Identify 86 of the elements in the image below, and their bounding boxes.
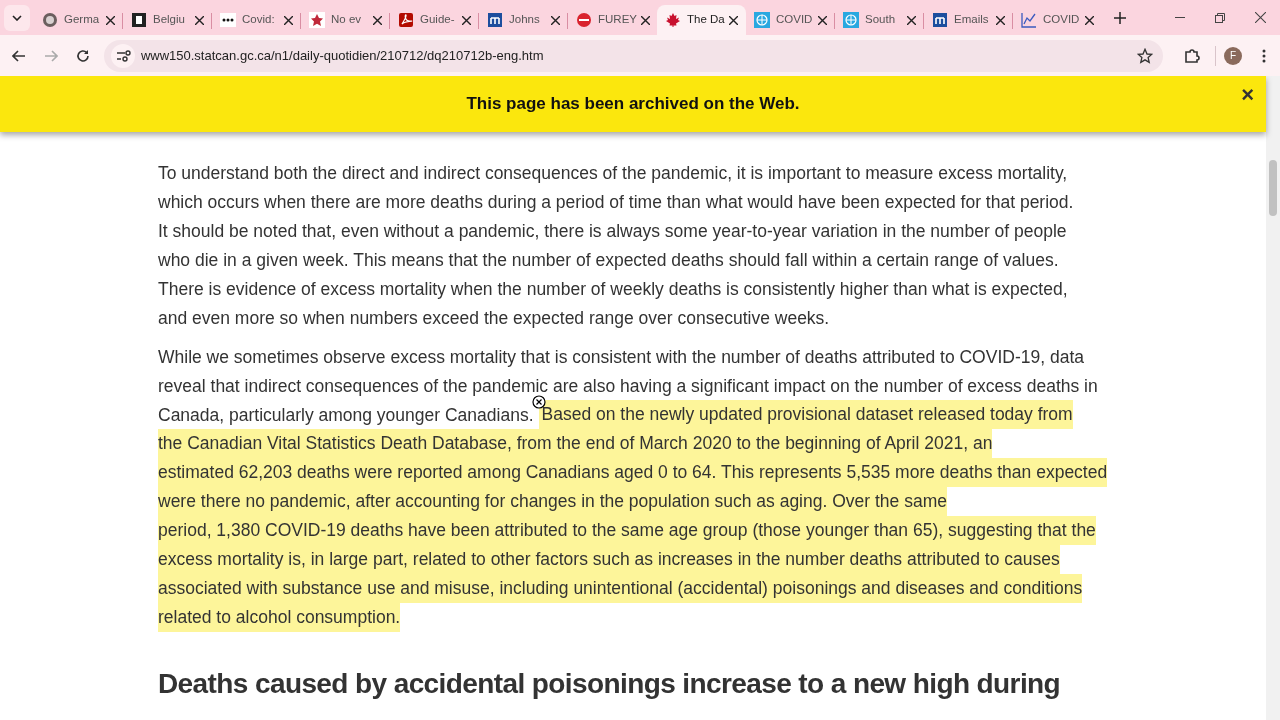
- close-tab-icon[interactable]: [106, 15, 115, 25]
- highlighted-text: were there no pandemic, after accounting for changes in the population such as aging. Over the same: [158, 487, 947, 516]
- bookmark-star-icon[interactable]: [1137, 47, 1154, 64]
- tab-title: FUREY: [598, 12, 637, 28]
- close-tab-icon[interactable]: [195, 15, 204, 25]
- tab-search-button[interactable]: [4, 4, 30, 31]
- site-favicon: [576, 12, 592, 28]
- tab-title: Johns: [509, 12, 540, 28]
- cursor-icon: [532, 395, 546, 409]
- browser-tab[interactable]: Guide-: [390, 5, 479, 35]
- paragraph-text: There is evidence of excess mortality when the number of weekly deaths is consistently higher than what is expected,: [158, 279, 1068, 298]
- archive-notice: This page has been archived on the Web.: [466, 93, 800, 116]
- highlighted-text: the Canadian Vital Statistics Death Database, from the end of March 2020 to the beginning of April 2021, an: [158, 429, 993, 458]
- browser-tab[interactable]: Belgiu: [123, 5, 212, 35]
- more-vertical-icon: [1262, 48, 1266, 63]
- browser-tab[interactable]: COVID: [746, 5, 835, 35]
- url-text: www150.statcan.gc.ca/n1/daily-quotidien/210712/dq210712b-eng.htm: [140, 46, 544, 65]
- paragraph-text: reveal that indirect consequences of the pandemic are also having a significant impact on the number of excess deaths in: [158, 376, 1098, 395]
- site-favicon: [932, 12, 948, 28]
- minimize-icon: [1175, 17, 1185, 18]
- tab-title: COVID: [1043, 12, 1080, 28]
- scrollbar-thumb[interactable]: [1269, 160, 1277, 216]
- line-chart-icon: [1021, 12, 1037, 28]
- browser-tab[interactable]: Covid:: [212, 5, 301, 35]
- highlighted-text: estimated 62,203 deaths were reported among Canadians aged 0 to 64. This represents 5,535 more deaths than expected: [158, 458, 1108, 487]
- pdf-icon: [398, 12, 414, 28]
- browser-tab[interactable]: FUREY: [568, 5, 657, 35]
- tab-title: COVID: [776, 12, 813, 28]
- paragraph-text: While we sometimes observe excess mortality that is consistent with the number of deaths attributed to COVID-19, data: [158, 347, 1084, 366]
- paragraph-text: and even more so when numbers exceed the expected range over consecutive weeks.: [158, 308, 830, 327]
- puzzle-icon: [1184, 47, 1201, 64]
- tab-title: No ev: [331, 12, 362, 28]
- browser-tab[interactable]: COVID: [1013, 5, 1102, 35]
- browser-tab[interactable]: Emails: [924, 5, 1013, 35]
- browser-tab[interactable]: No ev: [301, 5, 390, 35]
- highlighted-text: Based on the newly updated provisional dataset released today from: [538, 400, 1073, 429]
- maple-leaf-icon: [665, 12, 681, 28]
- paragraph-text: who die in a given week. This means that the number of expected deaths should fall within a certain range of values.: [158, 250, 1059, 269]
- tab-title: Belgiu: [153, 12, 185, 28]
- paragraph-text: Canada, particularly among younger Canadians.: [158, 405, 534, 424]
- tab-title: South: [865, 12, 896, 28]
- close-tab-icon[interactable]: [284, 15, 293, 25]
- plus-icon: [1114, 12, 1126, 24]
- highlighted-text: excess mortality is, in large part, related to other factors such as increases in the number deaths attributed to causes: [158, 545, 1060, 574]
- profile-avatar[interactable]: F: [1224, 46, 1242, 65]
- close-tab-icon[interactable]: [907, 15, 916, 25]
- tab-title: Guide-: [420, 12, 455, 28]
- close-tab-icon[interactable]: [373, 15, 382, 25]
- close-tab-icon[interactable]: [1085, 15, 1094, 25]
- browser-tab[interactable]: Johns: [479, 5, 568, 35]
- back-arrow-icon: [12, 49, 26, 62]
- highlighted-text: associated with substance use and misuse, including unintentional (accidental) poisonings and diseases and conditions: [158, 574, 1083, 603]
- globe-icon: [843, 12, 859, 28]
- site-favicon: [131, 12, 147, 28]
- close-icon: [1254, 12, 1266, 23]
- globe-icon: [754, 12, 770, 28]
- browser-tab[interactable]: The Da: [657, 5, 746, 35]
- forward-arrow-icon: [43, 49, 58, 62]
- site-favicon: [42, 12, 58, 28]
- browser-tab[interactable]: South: [835, 5, 924, 35]
- close-tab-icon[interactable]: [462, 15, 471, 25]
- highlighted-text: related to alcohol consumption.: [158, 603, 401, 632]
- paragraph-text: which occurs when there are more deaths during a period of time than what would have been expected for that period.: [158, 192, 1074, 211]
- restore-icon: [1215, 12, 1225, 23]
- paragraph-text: To understand both the direct and indirect consequences of the pandemic, it is important to measure excess mortality,: [158, 163, 1068, 182]
- star-favicon: [309, 12, 325, 28]
- close-tab-icon[interactable]: [729, 15, 738, 25]
- dots-favicon: [220, 12, 236, 28]
- close-tab-icon[interactable]: [551, 15, 560, 25]
- tab-title: Covid:: [242, 12, 275, 28]
- site-favicon: [487, 12, 503, 28]
- address-bar[interactable]: www150.statcan.gc.ca/n1/daily-quotidien/210712/dq210712b-eng.htm: [103, 39, 1164, 72]
- highlighted-text: period, 1,380 COVID-19 deaths have been attributed to the same age group (those younger than 65), suggesting that the: [158, 516, 1096, 545]
- close-tab-icon[interactable]: [996, 15, 1005, 25]
- reload-icon: [75, 48, 90, 63]
- browser-tab[interactable]: Germa: [34, 5, 123, 35]
- close-tab-icon[interactable]: [818, 15, 827, 25]
- tab-title: The Da: [687, 12, 725, 28]
- site-settings-icon[interactable]: [109, 42, 136, 69]
- tab-title: Emails: [954, 12, 989, 28]
- tab-title: Germa: [64, 12, 100, 28]
- chevron-down-icon: [12, 14, 22, 21]
- paragraph-text: It should be noted that, even without a pandemic, there is always some year-to-year variation in the number of people: [158, 221, 1067, 240]
- close-banner-button[interactable]: ×: [1241, 84, 1254, 106]
- section-heading: Deaths caused by accidental poisonings increase to a new high during: [158, 667, 1062, 701]
- close-tab-icon[interactable]: [641, 15, 650, 25]
